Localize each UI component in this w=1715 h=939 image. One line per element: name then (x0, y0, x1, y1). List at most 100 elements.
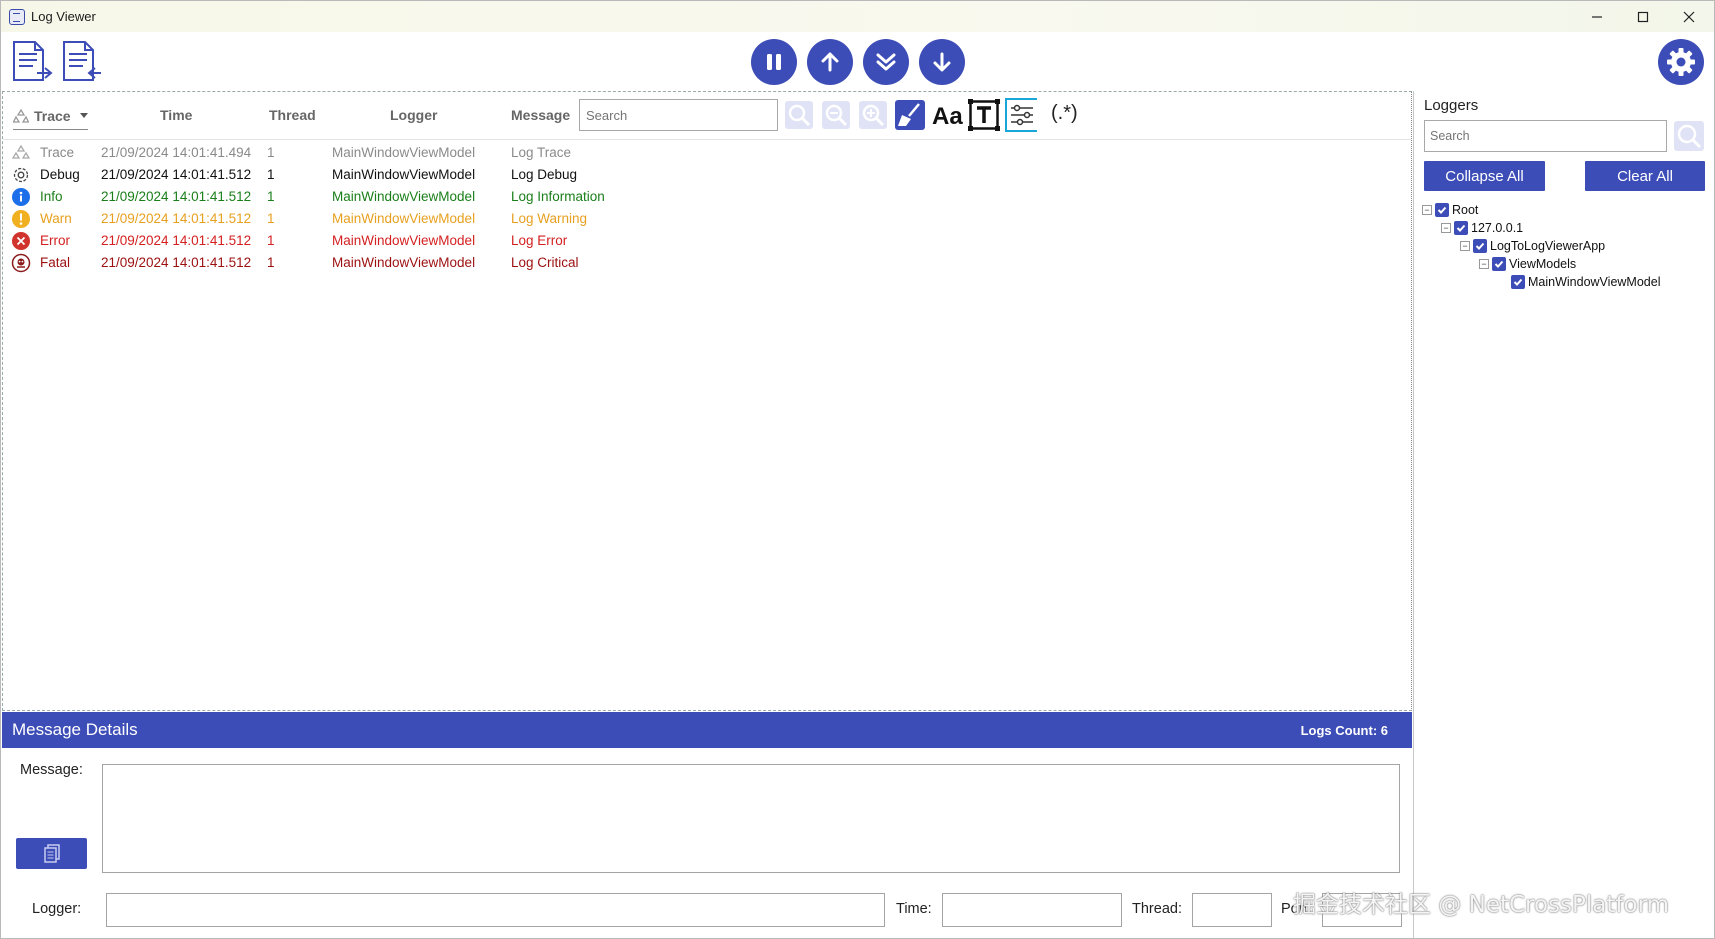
log-thread: 1 (267, 211, 275, 226)
clear-log-button[interactable] (894, 99, 926, 131)
log-row[interactable]: Fatal 21/09/2024 14:01:41.512 1 MainWindowV… (3, 252, 1411, 274)
zoom-in-button[interactable] (857, 99, 889, 131)
broom-icon (895, 100, 925, 130)
zoom-out-icon (822, 101, 850, 129)
message-details-title: Message Details (12, 720, 138, 739)
time-textbox[interactable] (942, 893, 1122, 927)
tree-collapse-icon[interactable]: − (1479, 259, 1489, 269)
logger-tree-node[interactable]: − LogToLogViewerApp (1460, 237, 1605, 255)
logger-tree-label: 127.0.0.1 (1471, 221, 1524, 235)
level-filter-label: Trace (34, 107, 71, 124)
search-button[interactable] (783, 99, 815, 131)
checkbox-checked-icon[interactable] (1473, 239, 1487, 253)
regex-toggle[interactable]: (.*) (1051, 102, 1078, 125)
logger-tree-node[interactable]: − ViewModels (1479, 255, 1576, 273)
log-row[interactable]: Error 21/09/2024 14:01:41.512 1 MainWindowV… (3, 230, 1411, 252)
column-header-thread[interactable]: Thread (269, 107, 316, 123)
document-export-icon (63, 41, 101, 81)
logger-tree-node[interactable]: − Root (1422, 201, 1478, 219)
chevron-down-icon (79, 113, 88, 118)
maximize-button[interactable] (1620, 1, 1666, 32)
logger-search-button[interactable] (1672, 119, 1706, 153)
logger-tree-node[interactable]: − 127.0.0.1 (1441, 219, 1523, 237)
log-level: Trace (40, 145, 75, 160)
logger-textbox[interactable] (106, 893, 885, 927)
error-icon (11, 231, 31, 251)
log-row[interactable]: Info 21/09/2024 14:01:41.512 1 MainWindowVi… (3, 186, 1411, 208)
log-logger: MainWindowViewModel (332, 189, 476, 204)
tree-collapse-icon[interactable]: − (1460, 241, 1470, 251)
message-search-input[interactable] (579, 99, 778, 131)
scroll-down-button[interactable] (919, 39, 965, 85)
log-time: 21/09/2024 14:01:41.512 (101, 211, 252, 226)
copy-icon (43, 843, 60, 863)
trace-icon (11, 143, 31, 163)
gear-icon (1667, 48, 1695, 76)
debug-gear-icon (11, 165, 31, 185)
column-header-logger[interactable]: Logger (390, 107, 437, 123)
warning-icon (11, 209, 31, 229)
logger-tree-label: Root (1452, 203, 1479, 217)
zoom-out-button[interactable] (820, 99, 852, 131)
log-message: Log Debug (511, 167, 578, 182)
open-folder-button[interactable] (61, 40, 103, 84)
log-time: 21/09/2024 14:01:41.512 (101, 255, 252, 270)
log-row[interactable]: Trace 21/09/2024 14:01:41.494 1 MainWindowV… (3, 142, 1411, 164)
level-filter-dropdown[interactable]: Trace (13, 102, 88, 130)
log-logger: MainWindowViewModel (332, 211, 476, 226)
collapse-all-button[interactable]: Collapse All (1424, 161, 1545, 191)
whole-word-icon (968, 99, 1000, 131)
settings-button[interactable] (1658, 39, 1704, 85)
checkbox-checked-icon[interactable] (1511, 275, 1525, 289)
search-icon (785, 101, 813, 129)
log-row[interactable]: Warn 21/09/2024 14:01:41.512 1 MainWindowVi… (3, 208, 1411, 230)
pause-button[interactable] (751, 39, 797, 85)
thread-textbox[interactable] (1192, 893, 1272, 927)
close-button[interactable] (1666, 1, 1712, 32)
log-message: Log Trace (511, 145, 572, 160)
svg-text:Aa: Aa (932, 103, 963, 130)
checkbox-checked-icon[interactable] (1435, 203, 1449, 217)
checkbox-checked-icon[interactable] (1492, 257, 1506, 271)
log-logger: MainWindowViewModel (332, 145, 476, 160)
match-case-button[interactable]: Aa (931, 99, 963, 131)
fatal-icon (11, 253, 31, 273)
clear-all-button[interactable]: Clear All (1585, 161, 1705, 191)
scroll-up-button[interactable] (807, 39, 853, 85)
minimize-button[interactable] (1574, 1, 1620, 32)
title-bar: Log Viewer (1, 1, 1714, 32)
log-thread: 1 (267, 167, 275, 182)
column-header-time[interactable]: Time (160, 107, 192, 123)
whole-word-button[interactable] (968, 99, 1000, 131)
log-time: 21/09/2024 14:01:41.512 (101, 233, 252, 248)
log-thread: 1 (267, 233, 275, 248)
log-logger: MainWindowViewModel (332, 255, 476, 270)
logger-search-input[interactable] (1424, 120, 1667, 152)
message-textbox[interactable] (102, 764, 1400, 873)
filter-options-button[interactable] (1005, 98, 1037, 132)
log-thread: 1 (267, 255, 275, 270)
logger-tree-node[interactable]: MainWindowViewModel (1498, 273, 1660, 291)
double-chevron-down-icon (876, 53, 896, 71)
copy-message-button[interactable] (16, 838, 87, 869)
checkbox-checked-icon[interactable] (1454, 221, 1468, 235)
open-file-button[interactable] (11, 40, 53, 84)
log-row[interactable]: Debug 21/09/2024 14:01:41.512 1 MainWindowV… (3, 164, 1411, 186)
log-level: Fatal (40, 255, 71, 270)
log-table-header: Trace Time Thread Logger Message Aa (3, 92, 1411, 140)
logger-tree-label: MainWindowViewModel (1528, 275, 1661, 289)
log-time: 21/09/2024 14:01:41.512 (101, 167, 252, 182)
logger-tree-label: ViewModels (1509, 257, 1577, 271)
main-toolbar (1, 32, 1714, 92)
log-level: Error (40, 233, 70, 248)
arrow-down-icon (933, 52, 951, 72)
log-thread: 1 (267, 189, 275, 204)
log-time: 21/09/2024 14:01:41.494 (101, 145, 252, 160)
time-label: Time: (896, 901, 932, 917)
log-message: Log Critical (511, 255, 579, 270)
scroll-to-bottom-button[interactable] (863, 39, 909, 85)
tree-collapse-icon[interactable]: − (1441, 223, 1451, 233)
tree-collapse-icon[interactable]: − (1422, 205, 1432, 215)
message-details-body: Message: Logger: Time: Thread: Port: (2, 748, 1412, 938)
column-header-message[interactable]: Message (511, 107, 570, 123)
